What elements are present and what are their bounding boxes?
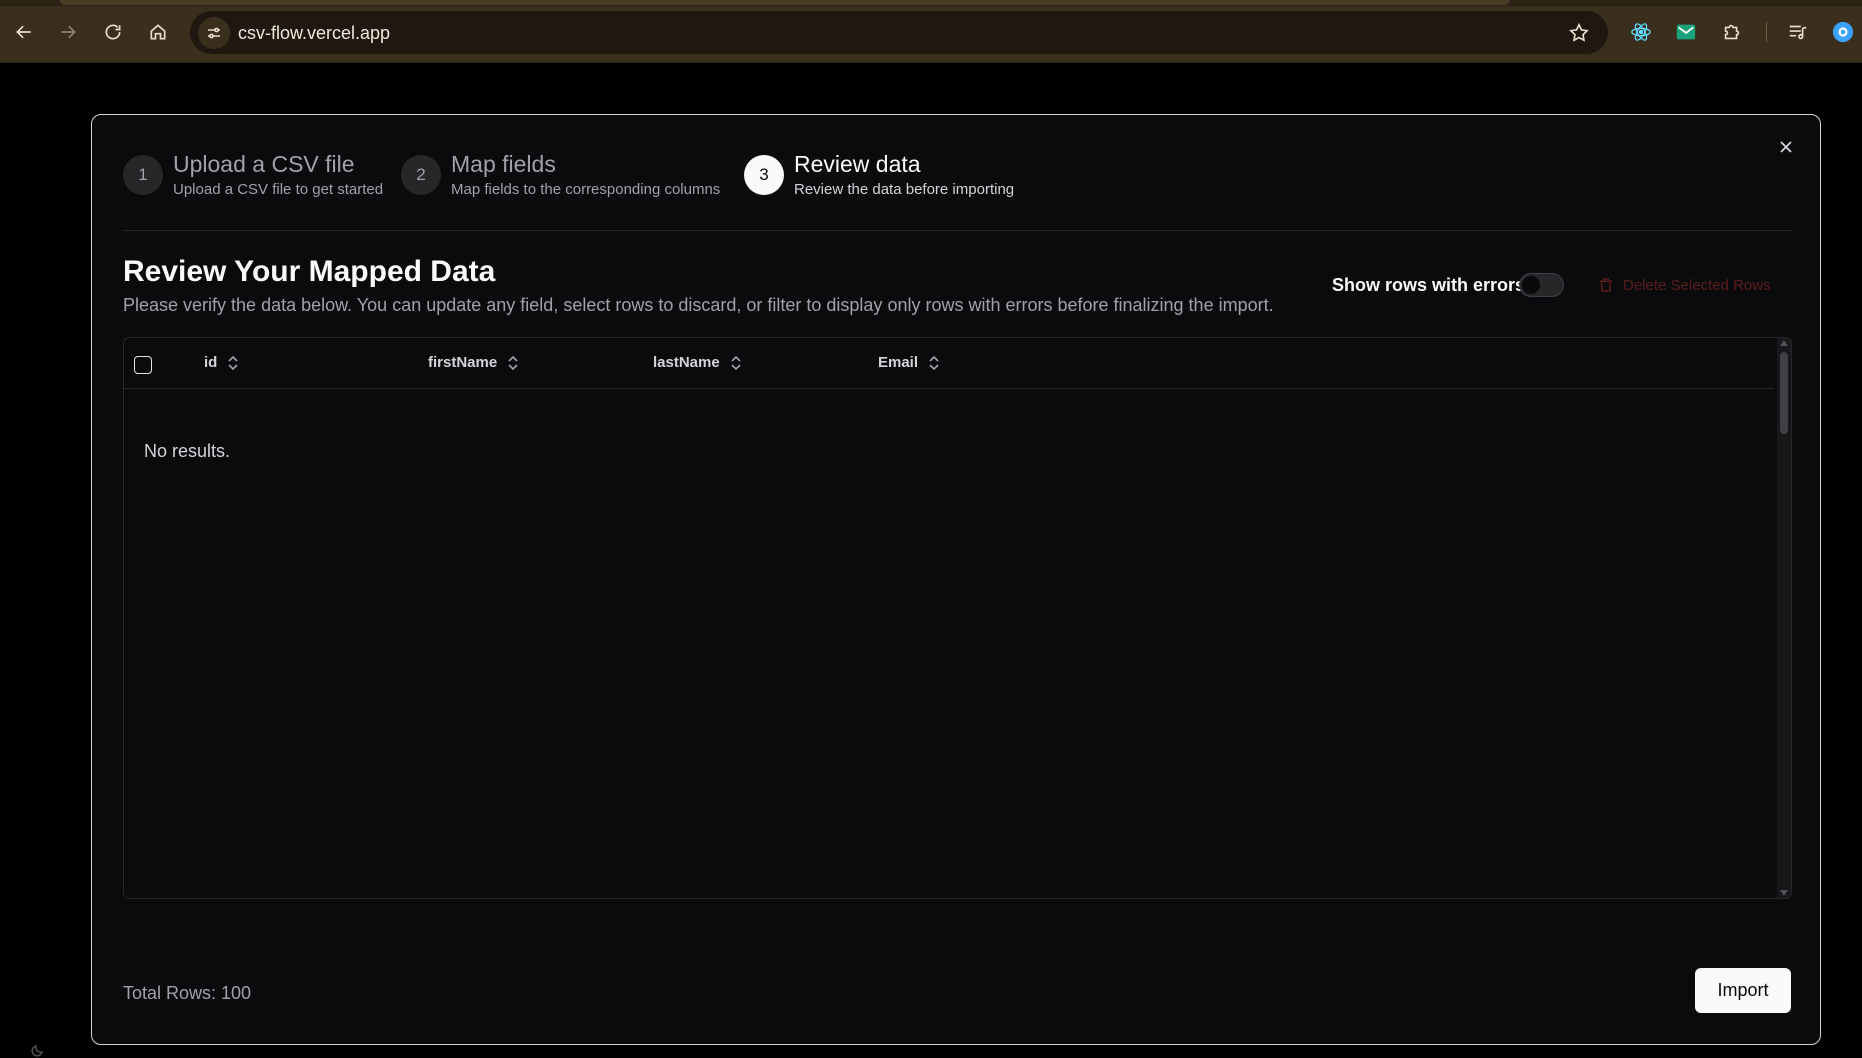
step-description: Map fields to the corresponding columns <box>451 181 721 198</box>
trash-icon <box>1600 278 1612 292</box>
step-title: Map fields <box>451 151 556 177</box>
active-tab-edge[interactable] <box>60 0 1510 5</box>
toggle-knob <box>1522 276 1540 294</box>
close-icon[interactable] <box>1776 137 1796 157</box>
table-header: id firstName lastName Email <box>124 338 1774 389</box>
step-number: 1 <box>123 155 163 195</box>
profile-avatar-icon[interactable] <box>1830 19 1856 45</box>
data-table: id firstName lastName Email No results. <box>123 337 1792 899</box>
column-header-id[interactable]: id <box>204 354 239 371</box>
sort-icon <box>228 355 238 370</box>
step-number: 3 <box>744 155 784 195</box>
url-text: csv-flow.vercel.app <box>238 23 391 43</box>
scroll-up-icon[interactable] <box>1780 340 1788 346</box>
react-devtools-icon[interactable] <box>1628 19 1654 45</box>
select-all-checkbox[interactable] <box>134 356 152 374</box>
import-button[interactable]: Import <box>1695 968 1791 1013</box>
divider <box>123 230 1791 231</box>
delete-selected-button[interactable]: Delete Selected Rows <box>1597 273 1771 297</box>
table-scrollbar[interactable] <box>1777 338 1791 898</box>
theme-moon-icon[interactable] <box>30 1042 46 1058</box>
forward-arrow-icon[interactable] <box>52 16 84 48</box>
column-header-email[interactable]: Email <box>878 354 940 371</box>
mail-extension-icon[interactable] <box>1673 19 1699 45</box>
error-filter-label: Show rows with errors <box>1332 275 1526 295</box>
site-info-icon[interactable] <box>198 17 230 49</box>
column-header-lastname[interactable]: lastName <box>653 354 742 371</box>
sort-icon <box>508 355 518 370</box>
toolbar-separator <box>1766 22 1767 42</box>
reading-list-icon[interactable] <box>1785 19 1811 45</box>
page-description: Please verify the data below. You can up… <box>123 295 1274 315</box>
column-label: Email <box>878 354 919 371</box>
column-label: firstName <box>428 354 498 371</box>
address-bar[interactable]: csv-flow.vercel.app <box>190 11 1608 54</box>
back-arrow-icon[interactable] <box>8 16 40 48</box>
step-description: Review the data before importing <box>794 181 1015 198</box>
step-title: Upload a CSV file <box>173 151 355 177</box>
sort-icon <box>929 355 939 370</box>
column-label: id <box>204 354 218 371</box>
import-dialog: 1 Upload a CSV file Upload a CSV file to… <box>91 114 1821 1045</box>
bookmark-star-icon[interactable] <box>1568 22 1590 44</box>
column-header-firstname[interactable]: firstName <box>428 354 519 371</box>
puzzle-extensions-icon[interactable] <box>1719 19 1745 45</box>
scrollbar-thumb[interactable] <box>1780 352 1788 434</box>
sort-icon <box>731 355 741 370</box>
total-rows-count: Total Rows: 100 <box>123 983 252 1003</box>
page-title: Review Your Mapped Data <box>123 255 496 288</box>
step-title: Review data <box>794 151 921 177</box>
empty-state: No results. <box>144 441 231 461</box>
column-label: lastName <box>653 354 720 371</box>
delete-selected-label: Delete Selected Rows <box>1623 276 1771 294</box>
step-description: Upload a CSV file to get started <box>173 181 384 198</box>
browser-toolbar: csv-flow.vercel.app <box>0 0 1862 63</box>
scroll-down-icon[interactable] <box>1780 890 1788 896</box>
reload-icon[interactable] <box>97 16 129 48</box>
home-icon[interactable] <box>142 16 174 48</box>
step-number: 2 <box>401 155 441 195</box>
error-filter-toggle[interactable] <box>1519 273 1564 297</box>
tab-strip <box>0 0 1862 6</box>
